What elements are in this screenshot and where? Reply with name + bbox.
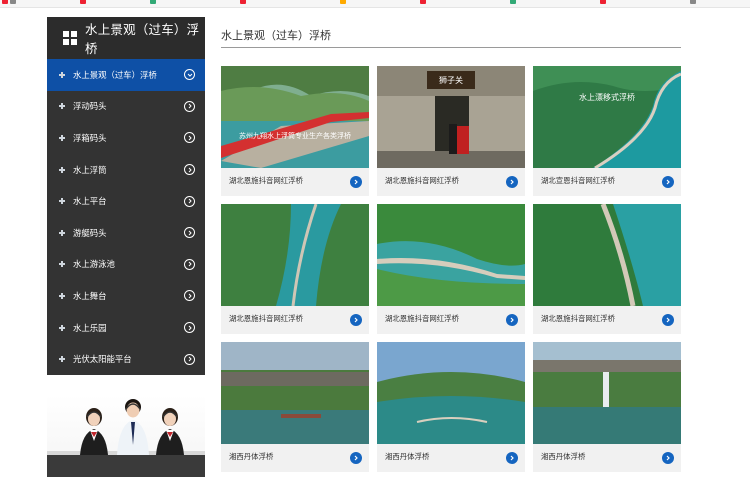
chevron-down-icon <box>184 69 195 81</box>
product-photo[interactable] <box>533 342 681 444</box>
chevron-right-icon <box>184 353 195 365</box>
sidebar-item-label: 浮箱码头 <box>73 132 107 143</box>
chevron-right-icon <box>184 132 195 144</box>
sidebar-item-label: 水上游泳池 <box>73 259 115 270</box>
sidebar-item-label: 水上乐园 <box>73 322 107 333</box>
bookmarks-bar <box>0 0 750 8</box>
product-card[interactable]: 水上漂移式浮桥湖北宣恩抖音网红浮桥 <box>533 66 681 196</box>
sidebar-item-label: 水上舞台 <box>73 290 107 301</box>
product-caption[interactable]: 湖北恩施抖音网红浮桥 <box>541 313 615 324</box>
product-card[interactable]: 湘西丹体浮桥 <box>221 342 369 472</box>
product-caption[interactable]: 湖北恩施抖音网红浮桥 <box>385 313 459 324</box>
sidebar-title: 水上景观（过车）浮桥 <box>85 22 200 56</box>
chevron-right-icon <box>184 322 195 334</box>
sidebar-menu: 水上景观（过车）浮桥 浮动码头浮箱码头水上浮筒水上平台游艇码头水上游泳池水上舞台水… <box>47 59 205 375</box>
sidebar-item[interactable]: 水上浮筒 <box>47 154 205 186</box>
sidebar-item-label: 水上平台 <box>73 196 107 207</box>
sidebar-item[interactable]: 水上游泳池 <box>47 249 205 281</box>
product-caption[interactable]: 湘西丹体浮桥 <box>541 451 585 462</box>
product-photo[interactable] <box>221 342 369 444</box>
product-caption[interactable]: 湖北恩施抖音网红浮桥 <box>385 175 459 186</box>
chevron-right-icon[interactable] <box>662 314 674 326</box>
product-card[interactable]: 湖北恩施抖音网红浮桥 <box>377 204 525 334</box>
chevron-right-icon[interactable] <box>350 314 362 326</box>
bullet-icon <box>59 166 65 173</box>
chevron-right-icon[interactable] <box>506 176 518 188</box>
sidebar-item[interactable]: 游艇码头 <box>47 217 205 249</box>
chevron-right-icon[interactable] <box>662 452 674 464</box>
product-caption[interactable]: 湖北恩施抖音网红浮桥 <box>229 313 303 324</box>
sidebar-item-label: 水上景观（过车）浮桥 <box>73 69 157 80</box>
product-photo[interactable] <box>221 204 369 306</box>
product-photo[interactable]: 狮子关 <box>377 66 525 168</box>
bullet-icon <box>59 324 65 331</box>
sidebar-item-label: 光伏太阳能平台 <box>73 354 132 365</box>
sidebar-item[interactable]: 水上平台 <box>47 185 205 217</box>
chevron-right-icon[interactable] <box>662 176 674 188</box>
photo-overlay-text: 狮子关 <box>439 75 463 85</box>
bullet-icon <box>59 134 65 141</box>
chevron-right-icon[interactable] <box>350 176 362 188</box>
photo-overlay-text: 水上漂移式浮桥 <box>579 92 635 102</box>
sidebar-header: 水上景观（过车）浮桥 <box>47 17 205 59</box>
sidebar-item-label: 水上浮筒 <box>73 164 107 175</box>
category-sidebar: 水上景观（过车）浮桥 水上景观（过车）浮桥 浮动码头 浮箱码头 水上浮筒 水上平台 游艇码… <box>47 17 205 375</box>
product-caption[interactable]: 湖北恩施抖音网红浮桥 <box>229 175 303 186</box>
photo-overlay-text: 苏州九翔水上浮筒专业生产各类浮桥 <box>239 131 351 140</box>
chevron-right-icon <box>184 164 195 176</box>
page-title: 水上景观（过车）浮桥 <box>221 29 331 42</box>
bullet-icon <box>59 229 65 236</box>
chevron-right-icon[interactable] <box>350 452 362 464</box>
chevron-right-icon <box>184 100 195 112</box>
sidebar-item[interactable]: 水上舞台 <box>47 280 205 312</box>
product-card[interactable]: 湖北恩施抖音网红浮桥 <box>221 204 369 334</box>
bullet-icon <box>59 71 65 78</box>
product-photo[interactable] <box>533 204 681 306</box>
sidebar-item[interactable]: 水上景观（过车）浮桥 <box>47 59 205 91</box>
bullet-icon <box>59 292 65 299</box>
product-caption[interactable]: 湘西丹体浮桥 <box>229 451 273 462</box>
product-card[interactable]: 湖北恩施抖音网红浮桥 <box>533 204 681 334</box>
sidebar-item[interactable]: 光伏太阳能平台 <box>47 343 205 375</box>
product-photo[interactable]: 苏州九翔水上浮筒专业生产各类浮桥 <box>221 66 369 168</box>
product-photo[interactable]: 水上漂移式浮桥 <box>533 66 681 168</box>
chevron-right-icon <box>184 258 195 270</box>
customer-service-image <box>47 395 205 477</box>
bullet-icon <box>59 356 65 363</box>
product-caption[interactable]: 湖北宣恩抖音网红浮桥 <box>541 175 615 186</box>
bullet-icon <box>59 103 65 110</box>
product-card[interactable]: 狮子关湖北恩施抖音网红浮桥 <box>377 66 525 196</box>
sidebar-item[interactable]: 水上乐园 <box>47 312 205 344</box>
chevron-right-icon <box>184 227 195 239</box>
bullet-icon <box>59 198 65 205</box>
sidebar-item[interactable]: 浮动码头 <box>47 91 205 123</box>
sidebar-item[interactable]: 浮箱码头 <box>47 122 205 154</box>
product-card[interactable]: 湘西丹体浮桥 <box>377 342 525 472</box>
product-photo[interactable] <box>377 204 525 306</box>
title-divider <box>221 47 681 48</box>
product-card[interactable]: 湘西丹体浮桥 <box>533 342 681 472</box>
grid-icon <box>63 31 77 45</box>
chevron-right-icon <box>184 195 195 207</box>
sidebar-item-label: 游艇码头 <box>73 227 107 238</box>
product-photo[interactable] <box>377 342 525 444</box>
sidebar-item-label: 浮动码头 <box>73 101 107 112</box>
product-caption[interactable]: 湘西丹体浮桥 <box>385 451 429 462</box>
bullet-icon <box>59 261 65 268</box>
chevron-right-icon[interactable] <box>506 314 518 326</box>
chevron-right-icon[interactable] <box>506 452 518 464</box>
chevron-right-icon <box>184 290 195 302</box>
product-card[interactable]: 苏州九翔水上浮筒专业生产各类浮桥湖北恩施抖音网红浮桥 <box>221 66 369 196</box>
